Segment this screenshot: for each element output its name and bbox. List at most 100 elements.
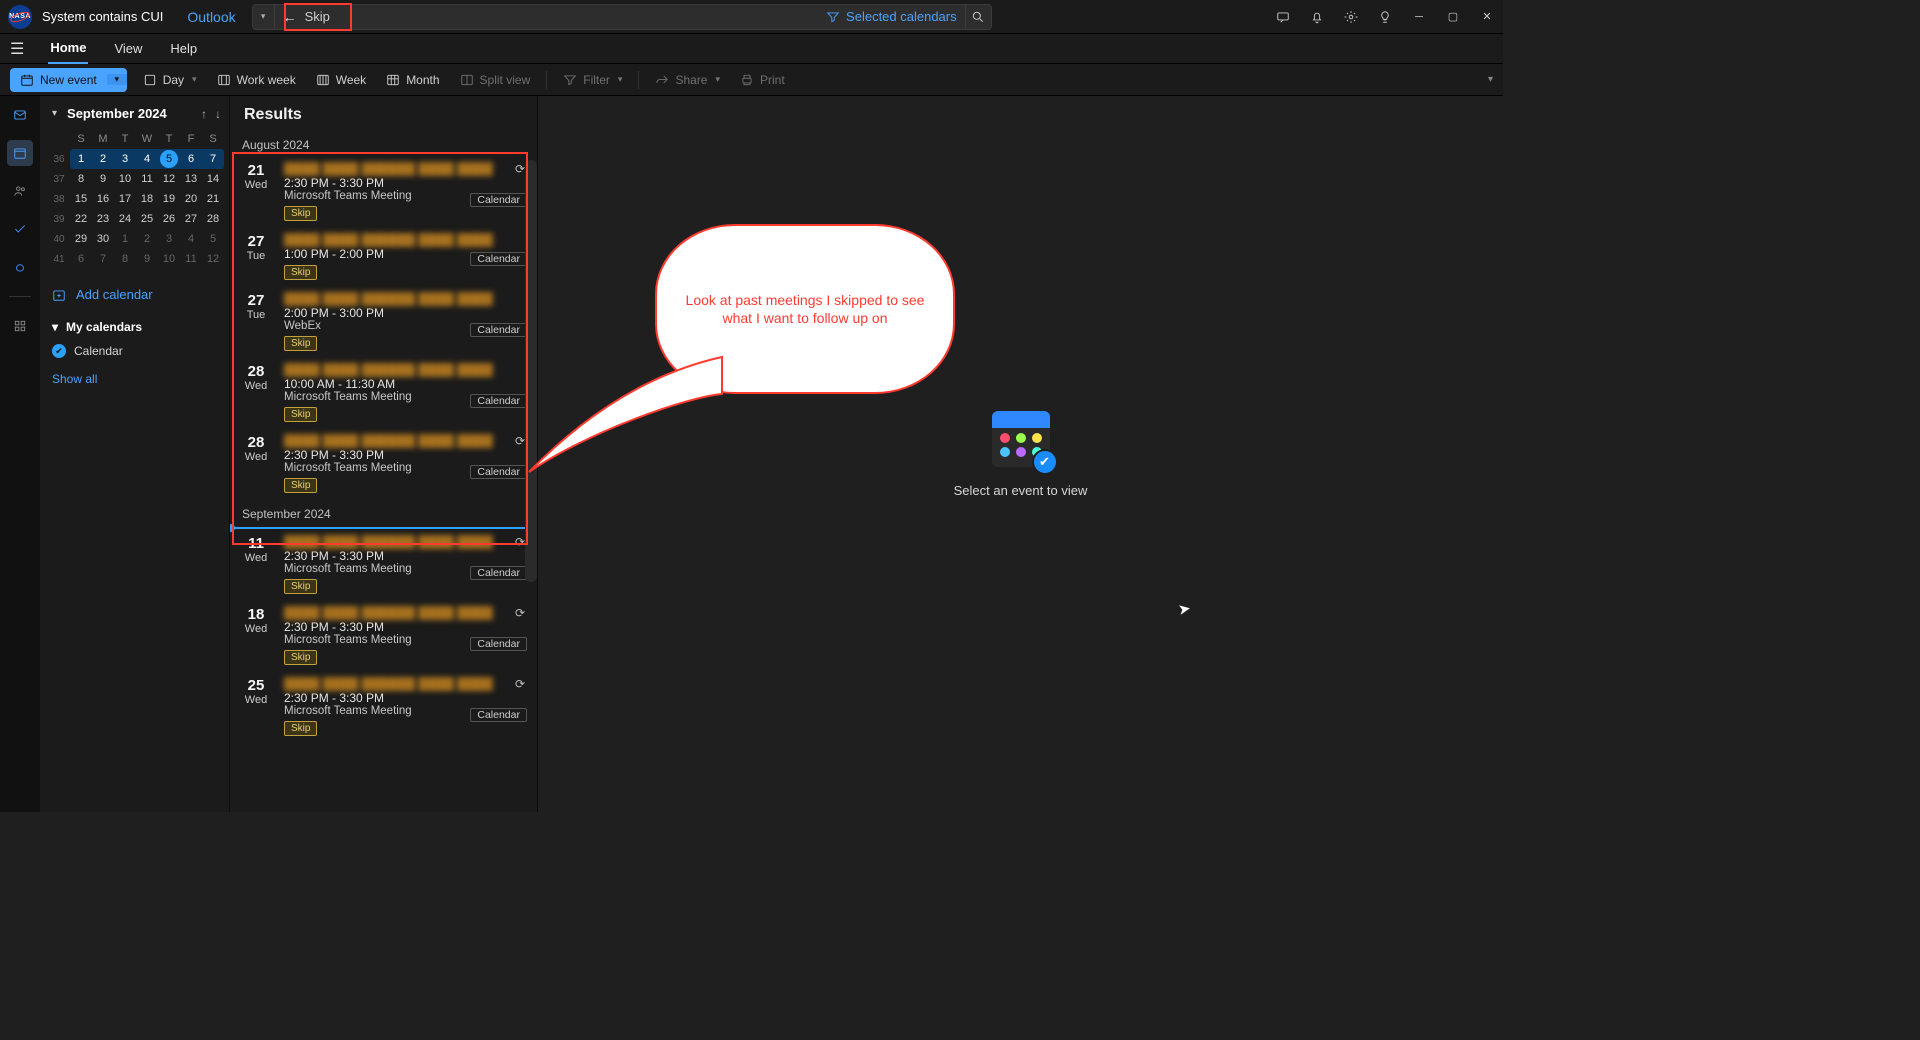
tab-home[interactable]: Home bbox=[48, 34, 88, 64]
mini-day[interactable]: 23 bbox=[92, 209, 114, 229]
search-history-dropdown[interactable]: ▾ bbox=[252, 4, 274, 30]
share-button[interactable]: Share▾ bbox=[651, 73, 724, 87]
ribbon-collapse-icon[interactable]: ▾ bbox=[1488, 74, 1493, 85]
mini-day[interactable]: 25 bbox=[136, 209, 158, 229]
mini-next[interactable]: ↓ bbox=[215, 107, 221, 121]
mini-day[interactable]: 11 bbox=[180, 249, 202, 269]
rail-todo[interactable] bbox=[7, 216, 33, 242]
rail-files[interactable] bbox=[7, 254, 33, 280]
result-event[interactable]: 27Tue ████ ████ ██████ ████ ████ 1:00 PM… bbox=[230, 227, 537, 286]
view-day[interactable]: Day▾ bbox=[139, 73, 201, 87]
mini-day[interactable]: 6 bbox=[180, 149, 202, 169]
rail-calendar[interactable] bbox=[7, 140, 33, 166]
mini-day[interactable]: 1 bbox=[114, 229, 136, 249]
search-filter[interactable]: Selected calendars bbox=[826, 9, 957, 24]
mini-day[interactable]: 15 bbox=[70, 189, 92, 209]
filter-button[interactable]: Filter▾ bbox=[559, 73, 626, 87]
mini-day[interactable]: 13 bbox=[180, 169, 202, 189]
window-minimize[interactable]: ─ bbox=[1411, 9, 1427, 25]
result-event[interactable]: 18Wed ████ ████ ██████ ████ ████ 2:30 PM… bbox=[230, 600, 537, 671]
mini-day[interactable]: 12 bbox=[158, 169, 180, 189]
results-list[interactable]: August 2024 21Wed ████ ████ ██████ ████ … bbox=[230, 130, 537, 812]
view-week[interactable]: Week bbox=[312, 73, 370, 87]
mini-day[interactable]: 3 bbox=[158, 229, 180, 249]
event-category-tag: Skip bbox=[284, 206, 317, 221]
mini-day[interactable]: 19 bbox=[158, 189, 180, 209]
window-close[interactable]: ✕ bbox=[1479, 9, 1495, 25]
my-calendars-header[interactable]: ▾ My calendars bbox=[48, 316, 221, 338]
chat-icon[interactable] bbox=[1275, 9, 1291, 25]
show-all-link[interactable]: Show all bbox=[48, 364, 221, 394]
tab-help[interactable]: Help bbox=[168, 34, 199, 64]
view-split[interactable]: Split view bbox=[456, 73, 535, 87]
mini-day[interactable]: 1 bbox=[70, 149, 92, 169]
event-time: 2:00 PM - 3:00 PM bbox=[284, 306, 527, 320]
event-calendar-badge: Calendar bbox=[470, 323, 527, 337]
rail-apps[interactable] bbox=[7, 313, 33, 339]
mini-day[interactable]: 3 bbox=[114, 149, 136, 169]
mini-day[interactable]: 20 bbox=[180, 189, 202, 209]
mini-prev[interactable]: ↑ bbox=[201, 107, 207, 121]
mini-day[interactable]: 14 bbox=[202, 169, 224, 189]
search-back-icon[interactable]: ← bbox=[283, 9, 297, 25]
add-calendar-button[interactable]: Add calendar bbox=[52, 287, 217, 302]
mini-day[interactable]: 12 bbox=[202, 249, 224, 269]
mini-day[interactable]: 11 bbox=[136, 169, 158, 189]
mini-day[interactable]: 5 bbox=[202, 229, 224, 249]
mini-calendar[interactable]: SMTWTFS 36123456737891011121314381516171… bbox=[48, 129, 224, 269]
rail-people[interactable] bbox=[7, 178, 33, 204]
search-submit-button[interactable] bbox=[966, 4, 992, 30]
rail-mail[interactable] bbox=[7, 102, 33, 128]
mini-day[interactable]: 28 bbox=[202, 209, 224, 229]
mini-day[interactable]: 2 bbox=[136, 229, 158, 249]
mini-day[interactable]: 9 bbox=[92, 169, 114, 189]
print-button[interactable]: Print bbox=[736, 73, 789, 87]
new-event-button[interactable]: New event ▾ bbox=[10, 68, 127, 92]
mini-day[interactable]: 22 bbox=[70, 209, 92, 229]
result-event[interactable]: 11Wed ████ ████ ██████ ████ ████ 2:30 PM… bbox=[230, 529, 537, 600]
mini-day[interactable]: 21 bbox=[202, 189, 224, 209]
mini-day[interactable]: 4 bbox=[136, 149, 158, 169]
tips-icon[interactable] bbox=[1377, 9, 1393, 25]
mini-day[interactable]: 9 bbox=[136, 249, 158, 269]
result-event[interactable]: 21Wed ████ ████ ██████ ████ ████ 2:30 PM… bbox=[230, 156, 537, 227]
mini-day[interactable]: 29 bbox=[70, 229, 92, 249]
mini-day[interactable]: 24 bbox=[114, 209, 136, 229]
mini-day[interactable]: 2 bbox=[92, 149, 114, 169]
event-calendar-badge: Calendar bbox=[470, 252, 527, 266]
mini-day[interactable]: 5 bbox=[158, 149, 180, 169]
calendar-item[interactable]: ✔ Calendar bbox=[48, 338, 221, 364]
mini-day[interactable]: 27 bbox=[180, 209, 202, 229]
chevron-down-icon[interactable]: ▾ bbox=[52, 108, 57, 119]
gear-icon[interactable] bbox=[1343, 9, 1359, 25]
mini-day[interactable]: 8 bbox=[114, 249, 136, 269]
mini-day[interactable]: 8 bbox=[70, 169, 92, 189]
result-event[interactable]: 25Wed ████ ████ ██████ ████ ████ 2:30 PM… bbox=[230, 671, 537, 742]
print-icon bbox=[740, 73, 754, 87]
mini-day[interactable]: 6 bbox=[70, 249, 92, 269]
app-name[interactable]: Outlook bbox=[187, 9, 235, 25]
tab-view[interactable]: View bbox=[112, 34, 144, 64]
mini-day[interactable]: 7 bbox=[202, 149, 224, 169]
mini-day[interactable]: 18 bbox=[136, 189, 158, 209]
hamburger-icon[interactable]: ☰ bbox=[10, 39, 24, 59]
new-event-dropdown[interactable]: ▾ bbox=[107, 74, 127, 85]
mini-day[interactable]: 10 bbox=[114, 169, 136, 189]
mini-day[interactable]: 10 bbox=[158, 249, 180, 269]
result-event[interactable]: 27Tue ████ ████ ██████ ████ ████ 2:00 PM… bbox=[230, 286, 537, 357]
calendar-checkbox[interactable]: ✔ bbox=[52, 344, 66, 358]
mini-day[interactable]: 16 bbox=[92, 189, 114, 209]
result-event[interactable]: 28Wed ████ ████ ██████ ████ ████ 10:00 A… bbox=[230, 357, 537, 428]
view-month[interactable]: Month bbox=[382, 73, 443, 87]
bell-icon[interactable] bbox=[1309, 9, 1325, 25]
mini-day[interactable]: 4 bbox=[180, 229, 202, 249]
mini-day[interactable]: 17 bbox=[114, 189, 136, 209]
window-maximize[interactable]: ▢ bbox=[1445, 9, 1461, 25]
mini-day[interactable]: 30 bbox=[92, 229, 114, 249]
event-title-blurred: ████ ████ ██████ ████ ████ bbox=[284, 363, 527, 377]
view-work-week[interactable]: Work week bbox=[213, 73, 300, 87]
mini-day[interactable]: 26 bbox=[158, 209, 180, 229]
mini-day[interactable]: 7 bbox=[92, 249, 114, 269]
search-box[interactable]: ← Skip Selected calendars bbox=[274, 4, 966, 30]
result-event[interactable]: 28Wed ████ ████ ██████ ████ ████ 2:30 PM… bbox=[230, 428, 537, 499]
